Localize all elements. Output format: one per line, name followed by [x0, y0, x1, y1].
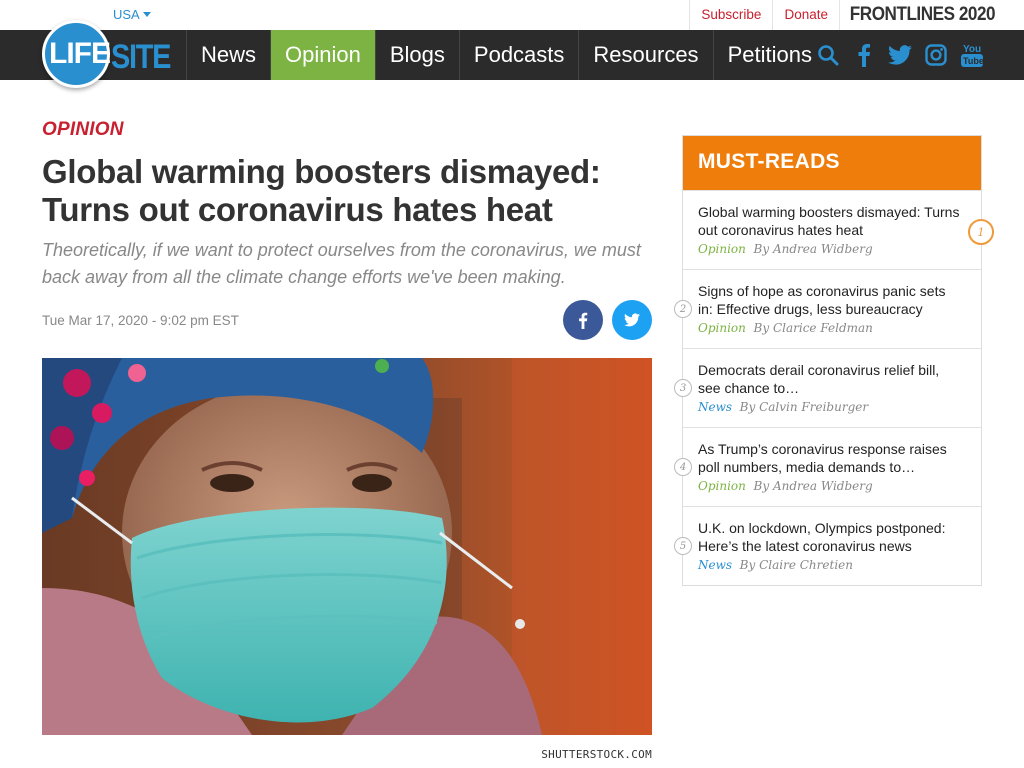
donate-link[interactable]: Donate — [772, 0, 839, 30]
article-headline: Global warming boosters dismayed: Turns … — [42, 153, 601, 228]
must-read-item[interactable]: Democrats derail coronavirus relief bill… — [674, 348, 981, 427]
nav-items: News Opinion Blogs Podcasts Resources Pe… — [186, 30, 826, 80]
rank-badge: 5 — [674, 537, 692, 555]
must-read-item[interactable]: Global warming boosters dismayed: Turns … — [683, 190, 994, 269]
facebook-icon[interactable] — [851, 42, 877, 68]
region-selector[interactable]: USA — [113, 7, 151, 22]
rank-badge: 3 — [674, 379, 692, 397]
search-icon[interactable] — [815, 42, 841, 68]
must-read-title[interactable]: Global warming boosters dismayed: Turns … — [698, 203, 963, 239]
must-read-category[interactable]: Opinion — [698, 242, 746, 256]
must-read-author: By Andrea Widberg — [753, 479, 873, 493]
must-read-title[interactable]: Democrats derail coronavirus relief bill… — [698, 361, 963, 397]
nav-item-petitions[interactable]: Petitions — [712, 30, 826, 80]
section-label[interactable]: OPINION — [42, 119, 124, 141]
svg-text:You: You — [963, 44, 981, 55]
logo-text-site[interactable]: SITE — [111, 38, 171, 77]
must-read-author: By Claire Chretien — [739, 558, 853, 572]
must-reads-title: MUST-READS — [683, 136, 981, 190]
must-read-title[interactable]: U.K. on lockdown, Olympics postponed: He… — [698, 519, 963, 555]
logo-text-life: LIFE — [49, 37, 111, 70]
nav-item-blogs[interactable]: Blogs — [374, 30, 459, 80]
must-read-title[interactable]: Signs of hope as coronavirus panic sets … — [698, 282, 963, 318]
must-read-title[interactable]: As Trump’s coronavirus response raises p… — [698, 440, 963, 476]
must-read-author: By Calvin Freiburger — [739, 400, 869, 414]
must-reads-widget: MUST-READS Global warming boosters disma… — [674, 135, 994, 586]
chevron-down-icon — [142, 12, 151, 17]
facebook-icon — [579, 312, 588, 329]
article-hero-image — [42, 358, 652, 735]
youtube-icon[interactable]: You Tube — [959, 42, 985, 68]
nav-icon-group: You Tube — [815, 30, 985, 80]
nav-item-news[interactable]: News — [186, 30, 270, 80]
must-read-category[interactable]: Opinion — [698, 321, 746, 335]
image-credit: SHUTTERSTOCK.COM — [541, 748, 652, 761]
must-read-item[interactable]: U.K. on lockdown, Olympics postponed: He… — [674, 506, 981, 585]
instagram-icon[interactable] — [923, 42, 949, 68]
region-label: USA — [113, 7, 140, 22]
must-read-author: By Andrea Widberg — [753, 242, 873, 256]
must-read-category[interactable]: News — [698, 400, 732, 414]
svg-text:Tube: Tube — [963, 56, 983, 66]
nav-item-podcasts[interactable]: Podcasts — [458, 30, 579, 80]
share-twitter-button[interactable] — [612, 300, 652, 340]
twitter-icon[interactable] — [887, 42, 913, 68]
must-read-item[interactable]: Signs of hope as coronavirus panic sets … — [674, 269, 981, 348]
article-date: Tue Mar 17, 2020 - 9:02 pm EST — [42, 313, 239, 328]
lifesite-logo[interactable]: LIFE — [42, 20, 111, 88]
subscribe-link[interactable]: Subscribe — [689, 0, 772, 30]
must-read-category[interactable]: News — [698, 558, 732, 572]
nav-item-resources[interactable]: Resources — [578, 30, 712, 80]
rank-badge: 2 — [674, 300, 692, 318]
twitter-icon — [624, 313, 640, 327]
rank-badge: 1 — [968, 219, 994, 245]
article-dek: Theoretically, if we want to protect our… — [42, 240, 641, 287]
nav-item-opinion[interactable]: Opinion — [270, 30, 375, 80]
share-facebook-button[interactable] — [563, 300, 603, 340]
rank-badge: 4 — [674, 458, 692, 476]
must-read-category[interactable]: Opinion — [698, 479, 746, 493]
must-read-author: By Clarice Feldman — [753, 321, 873, 335]
utility-bar: USA Subscribe Donate FRONTLINES 2020 — [0, 0, 1024, 30]
must-read-item[interactable]: As Trump’s coronavirus response raises p… — [674, 427, 981, 506]
frontlines-link[interactable]: FRONTLINES 2020 — [839, 0, 996, 30]
